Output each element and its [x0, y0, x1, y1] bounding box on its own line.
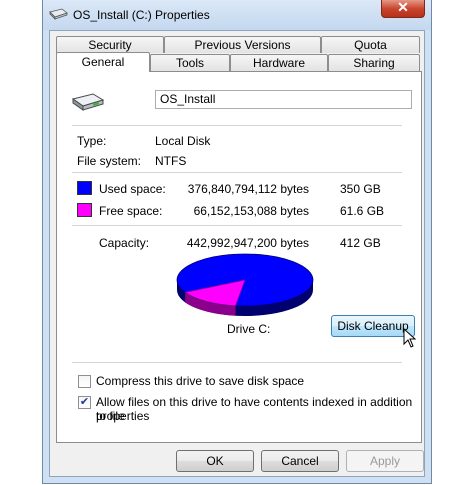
close-button[interactable]: ✕: [381, 0, 425, 18]
index-checkbox[interactable]: ✔: [78, 396, 91, 409]
dialog-client: Security Previous Versions Quota General…: [49, 30, 425, 477]
free-space-bytes: 66,152,153,088 bytes: [193, 204, 309, 218]
used-space-size: 350 GB: [340, 182, 381, 196]
tab-previous-versions[interactable]: Previous Versions: [164, 36, 321, 53]
used-space-label: Used space:: [99, 182, 166, 196]
mouse-cursor-icon: [403, 328, 417, 348]
tab-tools[interactable]: Tools: [150, 54, 230, 71]
cancel-button[interactable]: Cancel: [261, 450, 339, 472]
window-title: OS_Install (C:) Properties: [73, 8, 210, 22]
tab-hardware[interactable]: Hardware: [230, 54, 328, 71]
title-bar[interactable]: OS_Install (C:) Properties ✕: [43, 0, 431, 30]
index-label-line2: properties: [96, 409, 150, 423]
type-label: Type:: [77, 134, 107, 148]
drive-caption: Drive C:: [227, 322, 271, 336]
divider: [72, 362, 402, 363]
capacity-size: 412 GB: [340, 236, 381, 250]
tab-quota[interactable]: Quota: [321, 36, 420, 53]
divider: [72, 125, 402, 126]
hard-drive-icon: [71, 93, 105, 111]
used-space-bytes: 376,840,794,112 bytes: [187, 182, 309, 196]
type-value: Local Disk: [155, 134, 211, 148]
drive-icon: [49, 8, 68, 20]
compress-checkbox[interactable]: [78, 375, 91, 388]
capacity-label: Capacity:: [99, 236, 150, 250]
divider: [72, 172, 402, 173]
file-system-value: NTFS: [155, 154, 187, 168]
general-tab-panel: OS_Install Type: Local Disk File system:…: [56, 71, 422, 443]
capacity-bytes: 442,992,947,200 bytes: [186, 236, 309, 250]
free-space-size: 61.6 GB: [340, 204, 385, 218]
file-system-label: File system:: [77, 154, 142, 168]
drive-usage-pie-chart: [176, 253, 314, 316]
compress-label: Compress this drive to save disk space: [96, 374, 305, 388]
ok-button[interactable]: OK: [176, 450, 254, 472]
tab-sharing[interactable]: Sharing: [328, 54, 420, 71]
free-space-label: Free space:: [99, 204, 163, 218]
tab-security[interactable]: Security: [56, 36, 164, 53]
drive-name-field[interactable]: OS_Install: [155, 90, 412, 109]
free-space-swatch: [77, 203, 92, 217]
apply-button[interactable]: Apply: [346, 450, 424, 472]
divider: [72, 225, 402, 226]
properties-window: OS_Install (C:) Properties ✕ Security Pr…: [42, 0, 432, 484]
tab-general[interactable]: General: [56, 52, 150, 72]
used-space-swatch: [77, 181, 92, 195]
